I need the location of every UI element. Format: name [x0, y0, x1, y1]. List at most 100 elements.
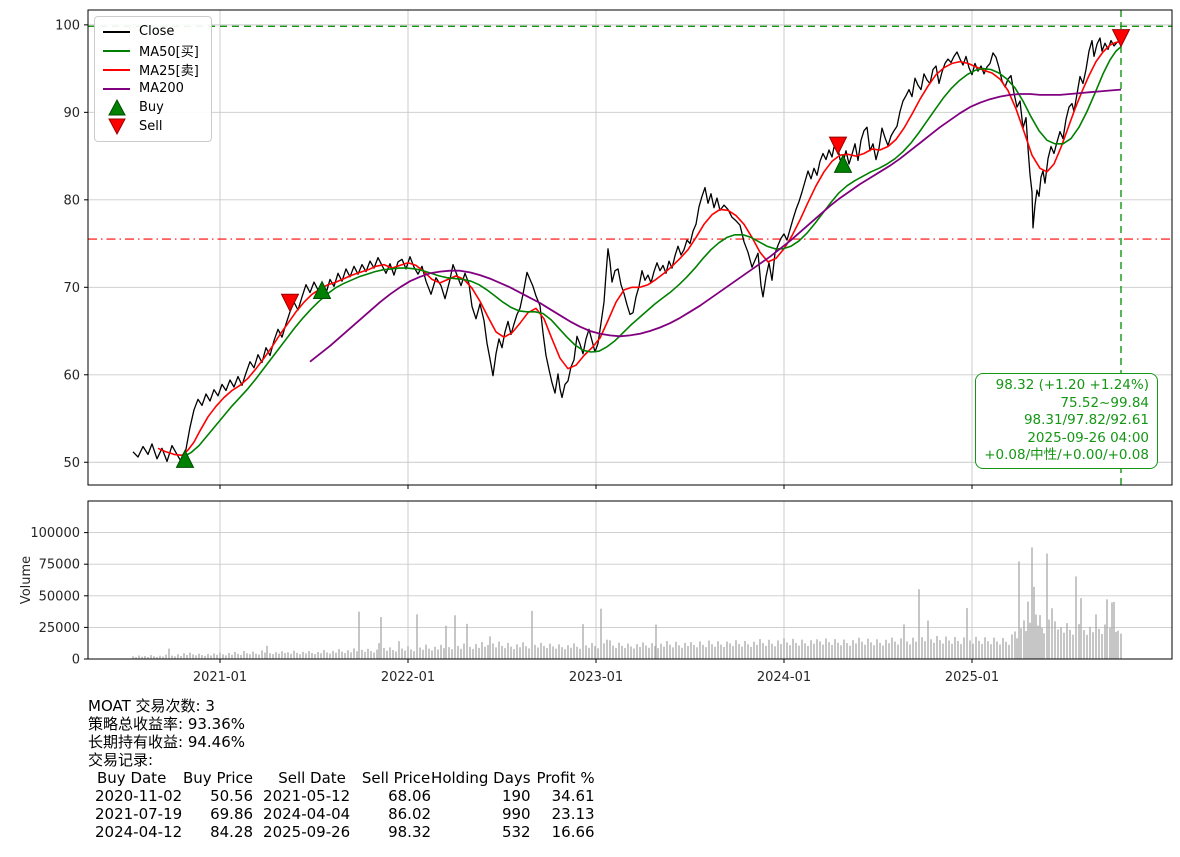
volume-bar	[852, 640, 853, 659]
volume-bar	[434, 647, 435, 659]
volume-bar	[1098, 629, 1099, 659]
volume-bar	[555, 649, 556, 659]
volume-bar	[338, 649, 339, 659]
volume-bar	[210, 655, 211, 659]
legend-label: MA25[卖]	[139, 60, 199, 79]
sell-price: 86.02	[361, 805, 431, 823]
volume-bar	[240, 655, 241, 659]
price-tick-label: 50	[63, 456, 80, 471]
volume-bar	[840, 645, 841, 659]
price-tick-label: 80	[63, 193, 80, 208]
volume-bar	[320, 653, 321, 659]
date-tick-label: 2024-01	[757, 670, 811, 685]
volume-bar	[942, 644, 943, 659]
volume-bar	[1109, 628, 1110, 659]
sell-price: 98.32	[361, 823, 431, 841]
volume-bar	[804, 643, 805, 659]
volume-bar	[335, 653, 336, 659]
volume-bar	[762, 643, 763, 659]
volume-bar	[594, 646, 595, 659]
volume-bar	[771, 644, 772, 659]
volume-bar	[329, 654, 330, 659]
volume-bar	[528, 648, 529, 659]
volume-bar	[774, 646, 775, 659]
trade-count: MOAT 交易次数: 3	[88, 697, 595, 715]
trade-row: 2021-07-19 69.86 2024-04-04 86.02 990 23…	[88, 805, 595, 823]
date-tick-label: 2023-01	[569, 670, 623, 685]
volume-bar	[243, 651, 244, 659]
volume-bar	[498, 642, 499, 659]
holding-days: 990	[431, 805, 531, 823]
volume-bar	[378, 643, 379, 659]
legend-label: Buy	[139, 100, 164, 115]
volume-bar	[358, 612, 359, 659]
volume-bar	[864, 645, 865, 659]
volume-bar	[828, 642, 829, 659]
volume-bar	[1072, 635, 1073, 659]
volume-bar	[540, 643, 541, 659]
volume-bar	[663, 647, 664, 659]
volume-bar	[344, 653, 345, 659]
volume-bar	[475, 644, 476, 659]
volume-bar	[1041, 628, 1042, 659]
profit-pct: 23.13	[531, 805, 595, 823]
volume-bar	[981, 644, 982, 659]
volume-tick-label: 100000	[30, 526, 80, 541]
volume-bar	[558, 644, 559, 659]
volume-bar	[308, 651, 309, 659]
volume-bar	[237, 654, 238, 659]
volume-bar	[921, 637, 922, 659]
volume-bar	[612, 646, 613, 659]
volume-bar	[570, 648, 571, 659]
volume-bar	[561, 647, 562, 659]
volume-bar	[361, 650, 362, 659]
volume-bar	[792, 639, 793, 659]
volume-bar	[621, 646, 622, 659]
annotation-range: 75.52~99.84	[984, 395, 1149, 413]
volume-bar	[918, 589, 919, 659]
ma25-line-icon	[103, 69, 130, 71]
annotation-signal: +0.08/中性/+0.00/+0.08	[984, 447, 1149, 465]
volume-bar	[885, 640, 886, 659]
volume-bar	[618, 643, 619, 659]
volume-bar	[696, 647, 697, 659]
volume-bar	[195, 655, 196, 659]
volume-bar	[591, 643, 592, 659]
volume-bar	[1080, 598, 1081, 659]
volume-bar	[419, 647, 420, 659]
volume-bar	[936, 636, 937, 659]
volume-bar	[783, 638, 784, 659]
volume-bar	[219, 652, 220, 659]
volume-bar	[969, 640, 970, 659]
volume-bar	[1111, 602, 1112, 659]
volume-bar	[873, 645, 874, 659]
profit-pct: 34.61	[531, 787, 595, 805]
volume-bar	[138, 655, 139, 659]
buy-date: 2021-07-19	[88, 805, 183, 823]
volume-bar	[768, 640, 769, 659]
volume-bar	[987, 641, 988, 659]
volume-bar	[370, 651, 371, 659]
volume-bar	[413, 651, 414, 659]
volume-bar	[266, 646, 267, 659]
volume-bar	[915, 642, 916, 659]
volume-bar	[376, 650, 377, 659]
volume-bar	[675, 642, 676, 659]
volume-bar	[492, 643, 493, 659]
volume-bar	[1078, 624, 1079, 659]
volume-bar	[332, 651, 333, 659]
volume-bar	[849, 646, 850, 659]
volume-bar	[1089, 627, 1090, 659]
volume-bar	[660, 644, 661, 659]
volume-bar	[222, 654, 223, 659]
volume-bar	[543, 646, 544, 659]
volume-bar	[1113, 602, 1114, 659]
volume-bar	[1104, 624, 1105, 659]
stock-strategy-screen: 506070809010002500050000750001000002021-…	[0, 0, 1180, 857]
volume-bar	[350, 652, 351, 659]
volume-bar	[741, 647, 742, 659]
volume-bar	[588, 648, 589, 659]
volume-bar	[966, 608, 967, 659]
volume-bar	[846, 643, 847, 659]
volume-bar	[684, 643, 685, 659]
